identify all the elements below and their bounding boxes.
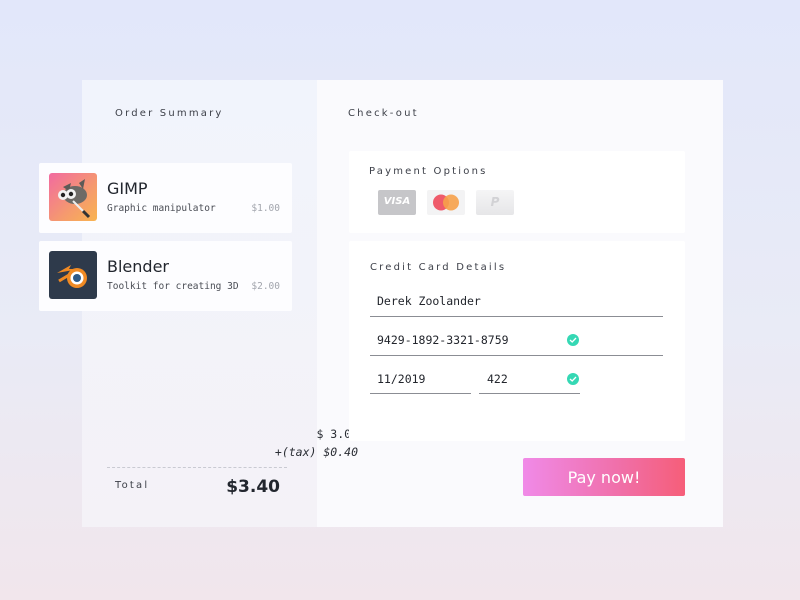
order-item[interactable]: Blender Toolkit for creating 3D $2.00 [39, 241, 292, 311]
card-number-valid-check-icon [567, 334, 579, 346]
tax: +(tax) $0.40 [274, 445, 358, 459]
order-summary-title: Order Summary [115, 108, 224, 119]
order-item[interactable]: GIMP Graphic manipulator $1.00 [39, 163, 292, 233]
card-number-underline [370, 355, 663, 356]
paypal-icon[interactable]: P [476, 190, 514, 215]
blender-logo-icon [49, 251, 97, 299]
pay-now-button[interactable]: Pay now! [523, 458, 685, 496]
checkout-title: Check-out [348, 108, 419, 119]
mastercard-icon[interactable] [427, 190, 465, 215]
cvv-input[interactable]: 422 [487, 372, 508, 386]
item-description: Toolkit for creating 3D [107, 281, 239, 292]
item-name: GIMP [107, 179, 148, 198]
gimp-logo-icon [49, 173, 97, 221]
paypal-label: P [490, 195, 500, 209]
cvv-valid-check-icon [567, 373, 579, 385]
expiry-underline [370, 393, 471, 394]
total-amount: $3.40 [226, 477, 280, 497]
credit-card-title: Credit Card Details [370, 262, 507, 273]
cardholder-name-input[interactable]: Derek Zoolander [377, 294, 481, 308]
item-name: Blender [107, 257, 169, 276]
payment-options-title: Payment Options [369, 166, 488, 177]
total-label: Total [115, 480, 150, 491]
card-number-input[interactable]: 9429-1892-3321-8759 [377, 333, 509, 347]
item-price: $1.00 [251, 203, 280, 214]
item-description: Graphic manipulator [107, 203, 216, 214]
expiry-input[interactable]: 11/2019 [377, 372, 425, 386]
cardholder-name-underline [370, 316, 663, 317]
visa-icon[interactable]: VISA [378, 190, 416, 215]
item-price: $2.00 [251, 281, 280, 292]
visa-label: VISA [383, 196, 411, 207]
cvv-underline [479, 393, 580, 394]
totals-divider [107, 467, 287, 468]
